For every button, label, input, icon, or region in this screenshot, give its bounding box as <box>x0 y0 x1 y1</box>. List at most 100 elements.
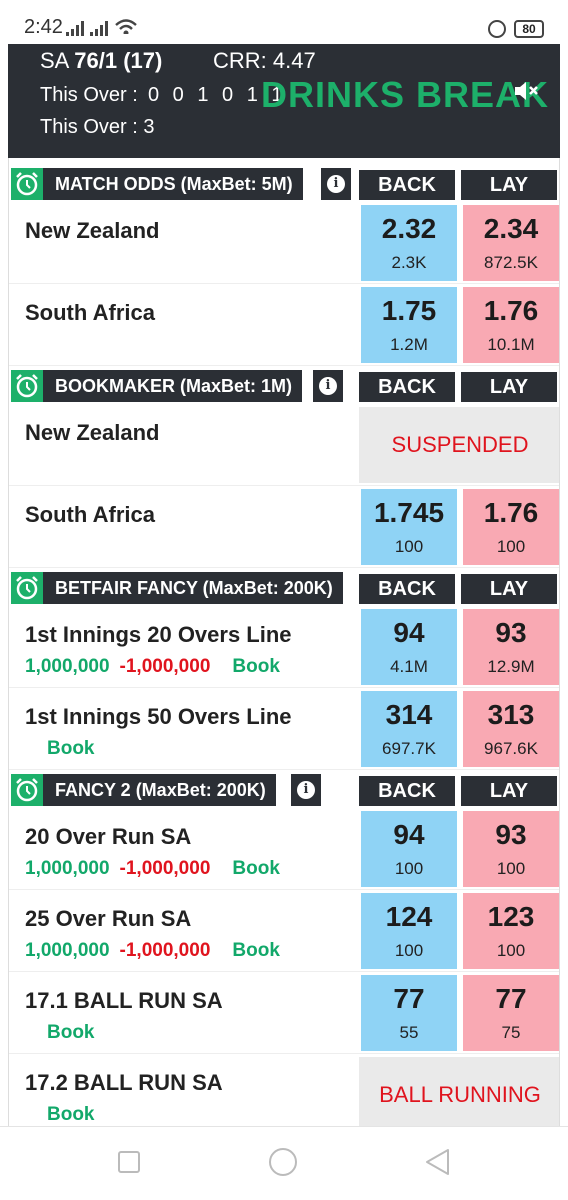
position-line: Book <box>47 1104 95 1126</box>
this-over-label: This Over : <box>40 84 138 106</box>
fancy-row: 1st Innings 50 Overs Line Book 314 697.7K… <box>9 688 559 770</box>
book-link[interactable]: Book <box>47 738 95 759</box>
fancy-name: 25 Over Run SA <box>25 906 192 931</box>
back-button[interactable] <box>424 1147 452 1177</box>
back-volume: 1.2M <box>390 335 428 354</box>
fancy-row: 17.2 BALL RUN SA Book BALL RUNNING <box>9 1054 559 1126</box>
lay-odds-cell[interactable]: 123 100 <box>463 893 559 969</box>
back-odds-cell[interactable]: 2.32 2.3K <box>361 205 457 281</box>
loss-value: -1,000,000 <box>119 940 211 961</box>
signal-icon-2 <box>90 21 108 36</box>
back-header: BACK <box>359 170 455 200</box>
info-button[interactable]: i <box>321 168 351 200</box>
back-odds: 124 <box>385 901 433 932</box>
profit-value: 1,000,000 <box>25 858 110 879</box>
runner-row: New Zealand SUSPENDED <box>9 404 559 486</box>
alarm-clock-icon <box>11 370 43 402</box>
runs: 76/1 <box>74 48 118 73</box>
mute-icon[interactable] <box>513 80 539 102</box>
system-nav-bar <box>0 1126 568 1200</box>
market-header-bookmaker: BOOKMAKER (MaxBet: 1M) i BACK LAY <box>9 368 559 402</box>
suspended-status: SUSPENDED <box>359 407 559 483</box>
drinks-break-status: DRINKS BREAK <box>261 74 550 115</box>
back-odds: 77 <box>393 983 425 1014</box>
position-line: Book <box>47 1022 95 1044</box>
lay-odds-cell[interactable]: 93 12.9M <box>463 609 559 685</box>
lay-odds: 313 <box>487 699 535 730</box>
market-header-fancy-2: FANCY 2 (MaxBet: 200K) i BACK LAY <box>9 772 559 806</box>
score-line: SA 76/1 (17) <box>40 48 162 74</box>
back-odds: 2.32 <box>381 213 437 244</box>
lay-odds-cell[interactable]: 1.76 100 <box>463 489 559 565</box>
clock: 2:42 <box>24 16 63 38</box>
fancy-name: 17.2 BALL RUN SA <box>25 1070 223 1095</box>
lay-header: LAY <box>461 372 557 402</box>
back-header: BACK <box>359 776 455 806</box>
lay-odds: 93 <box>495 617 527 648</box>
book-link[interactable]: Book <box>232 858 280 879</box>
back-odds-cell[interactable]: 314 697.7K <box>361 691 457 767</box>
info-icon: i <box>297 781 315 799</box>
info-button[interactable]: i <box>291 774 321 806</box>
back-odds-cell[interactable]: 1.745 100 <box>361 489 457 565</box>
lay-odds: 1.76 <box>483 295 539 326</box>
lay-odds: 77 <box>495 983 527 1014</box>
runner-name: New Zealand <box>25 218 160 243</box>
book-link[interactable]: Book <box>47 1104 95 1125</box>
runner-name: New Zealand <box>25 420 160 445</box>
alarm-clock-icon <box>11 572 43 604</box>
book-link[interactable]: Book <box>47 1022 95 1043</box>
back-odds-cell[interactable]: 94 100 <box>361 811 457 887</box>
lay-odds-cell[interactable]: 313 967.6K <box>463 691 559 767</box>
back-volume: 100 <box>394 941 424 960</box>
lay-odds-cell[interactable]: 77 75 <box>463 975 559 1051</box>
lay-odds-cell[interactable]: 2.34 872.5K <box>463 205 559 281</box>
fancy-row: 25 Over Run SA 1,000,000 -1,000,000 Book 1… <box>9 890 559 972</box>
market-title: MATCH ODDS (MaxBet: 5M) <box>11 168 303 200</box>
book-link[interactable]: Book <box>232 656 280 677</box>
back-odds-cell[interactable]: 77 55 <box>361 975 457 1051</box>
lay-volume: 10.1M <box>487 335 535 354</box>
position-line: Book <box>47 738 95 760</box>
loss-value: -1,000,000 <box>119 656 211 677</box>
back-odds-cell[interactable]: 94 4.1M <box>361 609 457 685</box>
market-header-match-odds: MATCH ODDS (MaxBet: 5M) i BACK LAY <box>9 166 559 200</box>
back-volume: 697.7K <box>382 739 436 758</box>
fancy-row: 1st Innings 20 Overs Line 1,000,000 -1,00… <box>9 606 559 688</box>
lay-odds: 93 <box>495 819 527 850</box>
lay-odds: 123 <box>487 901 535 932</box>
position-line: 1,000,000 -1,000,000 Book <box>25 940 280 962</box>
runner-row: South Africa 1.745 100 1.76 100 <box>9 486 559 568</box>
book-link[interactable]: Book <box>232 940 280 961</box>
fancy-row: 20 Over Run SA 1,000,000 -1,000,000 Book 9… <box>9 808 559 890</box>
back-odds-cell[interactable]: 1.75 1.2M <box>361 287 457 363</box>
recent-apps-button[interactable] <box>118 1151 140 1173</box>
position-line: 1,000,000 -1,000,000 Book <box>25 656 280 678</box>
info-button[interactable]: i <box>313 370 343 402</box>
fancy-row: 17.1 BALL RUN SA Book 77 55 77 75 <box>9 972 559 1054</box>
overs: (17) <box>123 48 163 73</box>
battery-icon: 80 <box>514 20 544 38</box>
lay-odds-cell[interactable]: 93 100 <box>463 811 559 887</box>
back-volume: 55 <box>399 1023 419 1042</box>
back-odds: 1.75 <box>381 295 437 326</box>
runner-row: New Zealand 2.32 2.3K 2.34 872.5K <box>9 202 559 284</box>
lay-odds-cell[interactable]: 1.76 10.1M <box>463 287 559 363</box>
market-title: BETFAIR FANCY (MaxBet: 200K) <box>11 572 343 604</box>
lay-odds: 1.76 <box>483 497 539 528</box>
profit-value: 1,000,000 <box>25 940 110 961</box>
back-volume: 100 <box>394 859 424 878</box>
fancy-name: 17.1 BALL RUN SA <box>25 988 223 1013</box>
runner-name: South Africa <box>25 502 155 527</box>
score-board: SA 76/1 (17) CRR: 4.47 This Over : 0 0 1… <box>8 44 560 158</box>
alarm-clock-icon <box>11 774 43 806</box>
back-odds-cell[interactable]: 124 100 <box>361 893 457 969</box>
status-bar: 2:42 80 <box>0 0 568 44</box>
home-button[interactable] <box>268 1147 298 1177</box>
current-run-rate: CRR: 4.47 <box>213 48 316 73</box>
back-odds: 314 <box>385 699 433 730</box>
team-name: SA <box>40 48 69 73</box>
back-volume: 100 <box>394 537 424 556</box>
position-line: 1,000,000 -1,000,000 Book <box>25 858 280 880</box>
signal-icon <box>66 21 84 36</box>
